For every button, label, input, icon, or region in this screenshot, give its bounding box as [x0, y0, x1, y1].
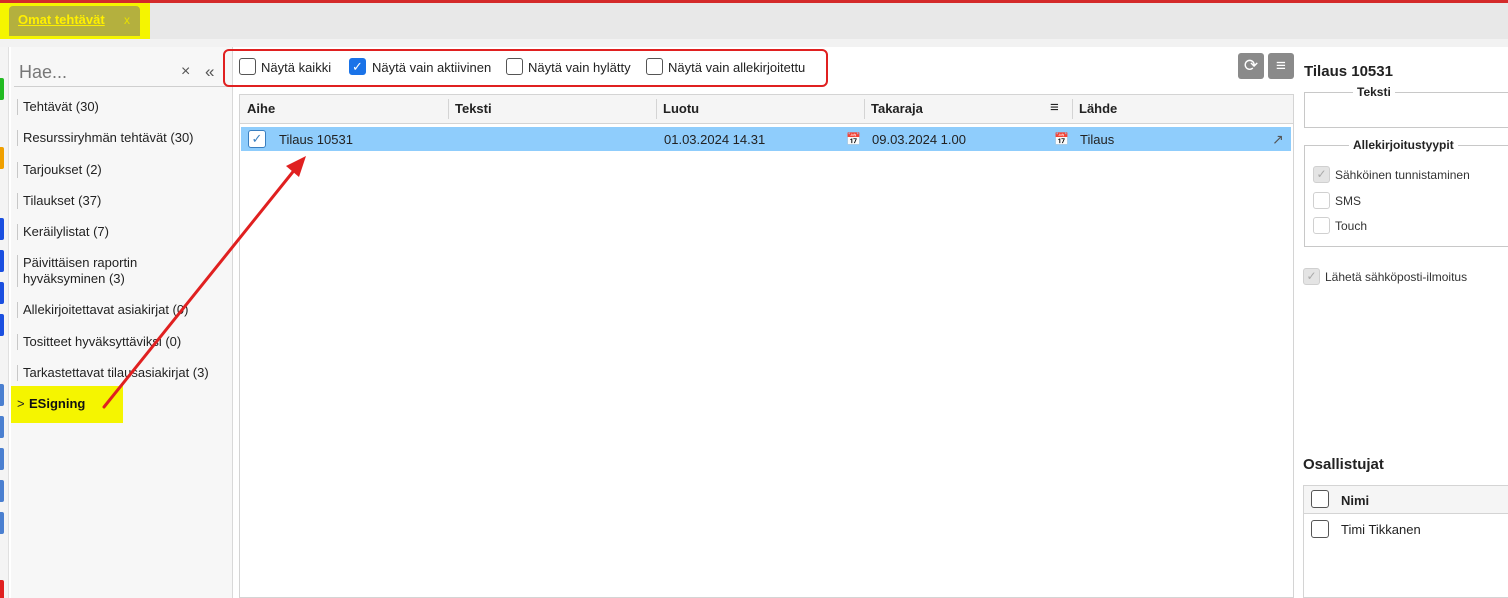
strip-icon-blue-6[interactable]: [0, 416, 4, 438]
cell-aihe: Tilaus 10531: [279, 132, 353, 147]
row-checkbox[interactable]: ✓: [248, 130, 266, 148]
strip-icon-blue-7[interactable]: [0, 448, 4, 470]
type-sms-checkbox[interactable]: [1313, 192, 1330, 209]
calendar-icon[interactable]: 📅: [846, 132, 861, 146]
sidebar-item-tositteet[interactable]: Tositteet hyväksyttäviksi (0): [17, 334, 181, 350]
search-input[interactable]: Hae...: [19, 62, 67, 83]
column-separator[interactable]: [656, 99, 657, 119]
participants-header: [1304, 486, 1508, 514]
detail-title: Tilaus 10531: [1304, 63, 1393, 80]
column-luotu[interactable]: Luotu: [663, 101, 699, 116]
column-lahde[interactable]: Lähde: [1079, 101, 1117, 116]
type-sahkoinen-label: Sähköinen tunnistaminen: [1335, 168, 1470, 182]
filter-hylatty-label[interactable]: Näytä vain hylätty: [528, 60, 631, 75]
collapse-sidebar-icon[interactable]: «: [205, 62, 215, 82]
calendar-icon[interactable]: 📅: [1054, 132, 1069, 146]
column-separator[interactable]: [1072, 99, 1073, 119]
toolbar-gap: [0, 39, 1508, 47]
strip-icon-blue-2[interactable]: [0, 250, 4, 272]
strip-icon-blue-3[interactable]: [0, 282, 4, 304]
column-aihe[interactable]: Aihe: [247, 101, 275, 116]
filter-aktiivinen-checkbox[interactable]: ✓: [349, 58, 366, 75]
tab-bar: [0, 3, 1508, 39]
strip-icon-blue-5[interactable]: [0, 384, 4, 406]
participant-checkbox[interactable]: [1311, 520, 1329, 538]
cell-takaraja: 09.03.2024 1.00: [872, 132, 966, 147]
filter-nayta-kaikki-checkbox[interactable]: [239, 58, 256, 75]
sidebar-item-keraily[interactable]: Keräilylistat (7): [17, 224, 109, 240]
chevron-right-icon[interactable]: >: [17, 396, 25, 411]
email-notify-checkbox[interactable]: ✓: [1303, 268, 1320, 285]
teksti-fieldset: [1304, 92, 1508, 128]
participants-select-all-checkbox[interactable]: [1311, 490, 1329, 508]
table-row[interactable]: [241, 127, 1291, 151]
sidebar-item-esigning[interactable]: ESigning: [29, 396, 85, 411]
strip-icon-blue-8[interactable]: [0, 480, 4, 502]
type-sahkoinen-checkbox[interactable]: ✓: [1313, 166, 1330, 183]
participant-name: Timi Tikkanen: [1341, 522, 1421, 537]
strip-icon-blue-4[interactable]: [0, 314, 4, 336]
sidebar-item-tarkastettavat[interactable]: Tarkastettavat tilausasiakirjat (3): [17, 365, 209, 381]
column-takaraja[interactable]: Takaraja: [871, 101, 923, 116]
column-separator[interactable]: [864, 99, 865, 119]
signature-types-legend: Allekirjoitustyypit: [1349, 138, 1458, 152]
strip-icon-red[interactable]: [0, 580, 4, 598]
filter-allekirjoitettu-label[interactable]: Näytä vain allekirjoitettu: [668, 60, 805, 75]
sidebar-item-paivittainen[interactable]: Päivittäisen raportin hyväksyminen (3): [17, 255, 157, 287]
sidebar-item-tilaukset[interactable]: Tilaukset (37): [17, 193, 101, 209]
sidebar-item-resurssiryhma[interactable]: Resurssiryhmän tehtävät (30): [17, 130, 194, 146]
type-touch-checkbox[interactable]: [1313, 217, 1330, 234]
strip-icon-blue-1[interactable]: [0, 218, 4, 240]
column-separator[interactable]: [448, 99, 449, 119]
strip-icon-green[interactable]: [0, 78, 4, 100]
cell-lahde: Tilaus: [1080, 132, 1115, 147]
teksti-legend: Teksti: [1353, 85, 1395, 99]
strip-icon-orange[interactable]: [0, 147, 4, 169]
type-touch-label: Touch: [1335, 219, 1368, 233]
grid-header: [240, 95, 1293, 124]
column-teksti[interactable]: Teksti: [455, 101, 492, 116]
filter-aktiivinen-label[interactable]: Näytä vain aktiivinen: [372, 60, 491, 75]
tab-label[interactable]: Omat tehtävät: [18, 12, 105, 27]
tab-close-icon[interactable]: x: [124, 13, 130, 27]
column-menu-icon[interactable]: ≡: [1050, 99, 1059, 116]
cell-luotu: 01.03.2024 14.31: [664, 132, 766, 147]
search-underline: [14, 86, 232, 87]
participants-title: Osallistujat: [1303, 456, 1384, 473]
column-nimi[interactable]: Nimi: [1341, 493, 1369, 508]
filter-hylatty-checkbox[interactable]: [506, 58, 523, 75]
strip-icon-blue-9[interactable]: [0, 512, 4, 534]
clear-search-icon[interactable]: ×: [181, 63, 190, 81]
sidebar-item-allekirjoitettavat[interactable]: Allekirjoitettavat asiakirjat (0): [17, 302, 188, 318]
filter-nayta-kaikki-label[interactable]: Näytä kaikki: [261, 60, 331, 75]
open-external-icon[interactable]: ↗: [1272, 131, 1284, 148]
refresh-icon[interactable]: ⟳: [1238, 53, 1264, 79]
sidebar-item-tehtavat[interactable]: Tehtävät (30): [17, 99, 99, 115]
email-notify-label: Lähetä sähköposti-ilmoitus: [1325, 270, 1468, 284]
filter-allekirjoitettu-checkbox[interactable]: [646, 58, 663, 75]
task-grid: [239, 94, 1294, 598]
menu-icon[interactable]: ≡: [1268, 53, 1294, 79]
type-sms-label: SMS: [1335, 194, 1362, 208]
sidebar-item-tarjoukset[interactable]: Tarjoukset (2): [17, 162, 102, 178]
